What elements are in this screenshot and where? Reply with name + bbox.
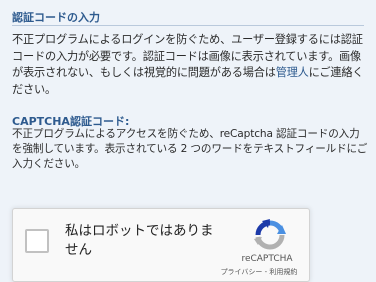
not-robot-label[interactable]: 私はロボットではありません: [65, 222, 225, 260]
not-robot-checkbox[interactable]: [25, 229, 49, 253]
intro-text: 不正プログラムによるログインを防ぐため、ユーザー登録するには認証コードの入力が必…: [12, 32, 368, 98]
captcha-panel: 認証コードの入力 不正プログラムによるログインを防ぐため、ユーザー登録するには認…: [0, 0, 376, 282]
recaptcha-widget: 私はロボットではありません reCAPTCHA プライバシー - 利用規約: [12, 208, 310, 282]
captcha-description: 不正プログラムによるアクセスを防ぐため、reCaptcha 認証コードの入力を強…: [12, 128, 368, 171]
terms-link[interactable]: 利用規約: [269, 268, 297, 276]
section-title: 認証コードの入力: [12, 11, 100, 24]
divider: [12, 25, 364, 26]
recaptcha-logo-icon: [254, 219, 286, 250]
admin-contact-link[interactable]: 管理人: [276, 66, 309, 79]
privacy-link[interactable]: プライバシー: [221, 268, 263, 276]
recaptcha-brand: reCAPTCHA: [241, 254, 293, 264]
links-separator: -: [262, 268, 270, 276]
